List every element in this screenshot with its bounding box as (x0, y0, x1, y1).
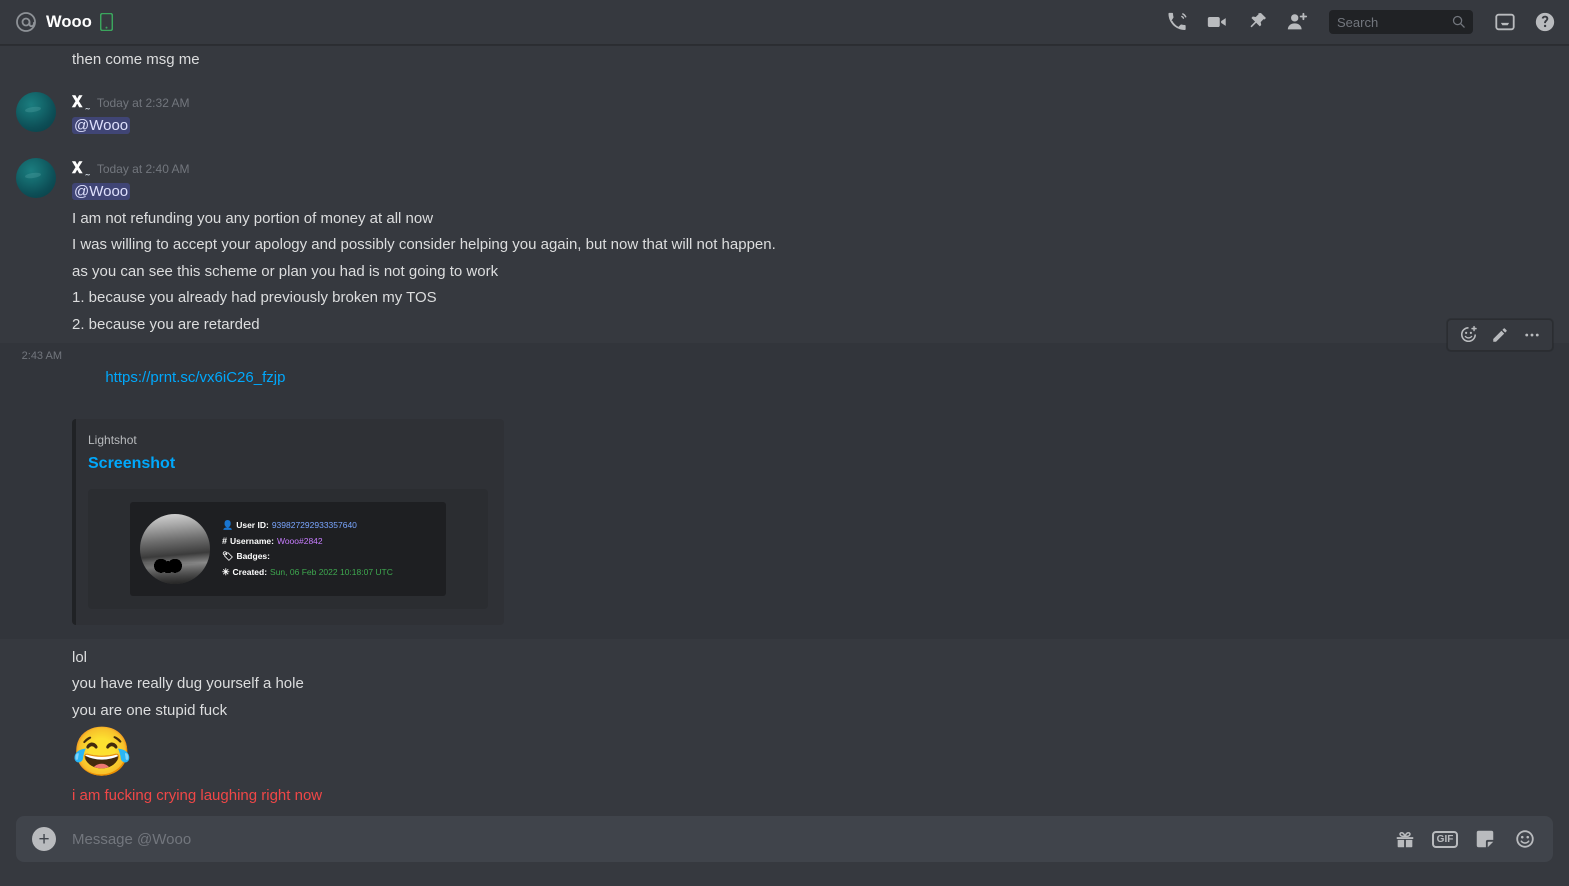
message-link[interactable]: https://prnt.sc/vx6iC26_fzjp (105, 369, 285, 386)
info-row: # Username: Wooo#2842 (222, 536, 436, 546)
embedded-profile-picture (140, 513, 210, 584)
message-text: https://prnt.sc/vx6iC26_fzjp (0, 345, 1521, 413)
message-hover-toolbar[interactable] (1447, 318, 1553, 351)
start-voice-call-icon[interactable] (1165, 10, 1189, 34)
message-text: lol (72, 648, 88, 666)
search-placeholder: Search (1337, 14, 1379, 30)
embed-title[interactable]: Screenshot (88, 455, 488, 473)
search-icon (1451, 14, 1467, 30)
gif-label: GIF (1431, 830, 1459, 848)
header-actions: Search (1165, 10, 1557, 34)
message-timestamp: Today at 2:32 AM (96, 95, 190, 110)
message-text: then come msg me (72, 51, 200, 68)
message-text: you are one stupid fuck (72, 701, 228, 719)
add-friends-to-dm-icon[interactable] (1285, 10, 1309, 34)
message-timestamp: Today at 2:40 AM (96, 161, 190, 176)
mobile-device-icon (99, 12, 114, 32)
info-label: Badges: (236, 551, 270, 561)
asterisk-icon: ✳ (222, 566, 230, 577)
message-author[interactable]: 𝐗 (72, 158, 82, 179)
info-label: Username: (230, 535, 274, 546)
message-group: then come msg me (0, 45, 1569, 76)
upload-attachment-icon[interactable]: + (32, 827, 56, 851)
info-row: ✳ Created: Sun, 06 Feb 2022 10:18:07 UTC (222, 567, 436, 578)
help-icon[interactable] (1533, 10, 1557, 34)
sticker-icon[interactable] (1473, 827, 1497, 851)
avatar[interactable] (16, 91, 56, 132)
info-value: 939827292933357640 (271, 520, 357, 530)
composer-actions: GIF (1393, 827, 1537, 851)
person-icon: 👤 (222, 519, 234, 530)
info-row: 👤 User ID: 939827292933357640 (222, 520, 436, 531)
message-text-colored: i am fucking crying laughing right now (72, 787, 323, 805)
message-text: 2. because you are retarded (72, 316, 260, 333)
message-group-hovered[interactable]: 2:43 AM https://prnt.sc/vx6iC26_fzjp Lig… (0, 318, 1569, 639)
message-input[interactable]: Message @Wooo (72, 831, 1393, 848)
message-gutter-timestamp: 2:43 AM (21, 349, 62, 362)
message-text: as you can see this scheme or plan you h… (72, 262, 499, 280)
avatar[interactable] (16, 157, 56, 198)
message-text: 😂 (0, 724, 1521, 783)
message-text: I was willing to accept your apology and… (72, 236, 776, 254)
edit-message-icon[interactable] (1484, 319, 1516, 351)
info-value: Wooo#2842 (276, 535, 323, 546)
pinned-messages-icon[interactable] (1245, 10, 1269, 34)
info-value: Sun, 06 Feb 2022 10:18:07 UTC (270, 567, 393, 577)
message-list[interactable]: then come msg me 𝐗 ˷ Today at 2:32 AM @W… (0, 45, 1569, 816)
message-header: 𝐗 ˷ Today at 2:32 AM (0, 90, 1521, 113)
gif-icon[interactable]: GIF (1431, 827, 1459, 851)
info-label: User ID: (236, 520, 269, 530)
message-author-suffix: ˷ (85, 160, 90, 176)
embed-image[interactable]: 👤 User ID: 939827292933357640 # Username… (88, 488, 488, 609)
message-group: 𝐗 ˷ Today at 2:40 AM @Wooo I am not refu… (0, 154, 1569, 341)
message-author[interactable]: 𝐗 (72, 92, 82, 113)
message-composer-area: + Message @Wooo GIF (0, 816, 1569, 886)
more-actions-icon[interactable] (1516, 319, 1548, 351)
info-row: 🏷 Badges: (222, 551, 436, 562)
message-text: I am not refunding you any portion of mo… (72, 209, 434, 227)
emoji-icon[interactable] (1513, 827, 1537, 851)
message-text: @Wooo (0, 179, 1521, 206)
embedded-info-rows: 👤 User ID: 939827292933357640 # Username… (222, 520, 436, 578)
message-author-suffix: ˷ (85, 94, 90, 110)
embedded-userinfo-card: 👤 User ID: 939827292933357640 # Username… (130, 501, 446, 596)
inbox-icon[interactable] (1493, 10, 1517, 34)
message-header: 𝐗 ˷ Today at 2:40 AM (0, 156, 1521, 179)
dm-header-bar: Wooo Search (0, 0, 1569, 45)
at-icon (14, 10, 38, 34)
mention-chip[interactable]: @Wooo (72, 182, 131, 200)
tag-icon: 🏷 (222, 550, 234, 561)
add-reaction-icon[interactable] (1452, 319, 1484, 351)
message-composer[interactable]: + Message @Wooo GIF (16, 816, 1553, 862)
message-group: 𝐗 ˷ Today at 2:32 AM @Wooo (0, 88, 1569, 142)
gift-icon[interactable] (1393, 827, 1417, 851)
message-group: lol you have really dug yourself a hole … (0, 643, 1569, 812)
message-text: 1. because you already had previously br… (72, 289, 437, 307)
mention-chip[interactable]: @Wooo (72, 116, 131, 134)
message-text: @Wooo (0, 113, 1521, 140)
info-label: Created: (232, 567, 268, 577)
start-video-call-icon[interactable] (1205, 10, 1229, 34)
embed-provider: Lightshot (88, 432, 137, 447)
dm-recipient-name: Wooo (46, 12, 92, 31)
search-input[interactable]: Search (1329, 10, 1473, 34)
discord-window: Wooo Search then come msg me 𝐗 ˷ Today a… (0, 0, 1569, 886)
jumbo-emoji: 😂 (72, 726, 132, 780)
hash-icon: # (222, 535, 228, 546)
link-embed[interactable]: Lightshot Screenshot 👤 User ID: 93982729… (72, 418, 504, 625)
embed-container: Lightshot Screenshot 👤 User ID: 93982729… (0, 413, 1521, 631)
message-text: you have really dug yourself a hole (72, 675, 304, 693)
